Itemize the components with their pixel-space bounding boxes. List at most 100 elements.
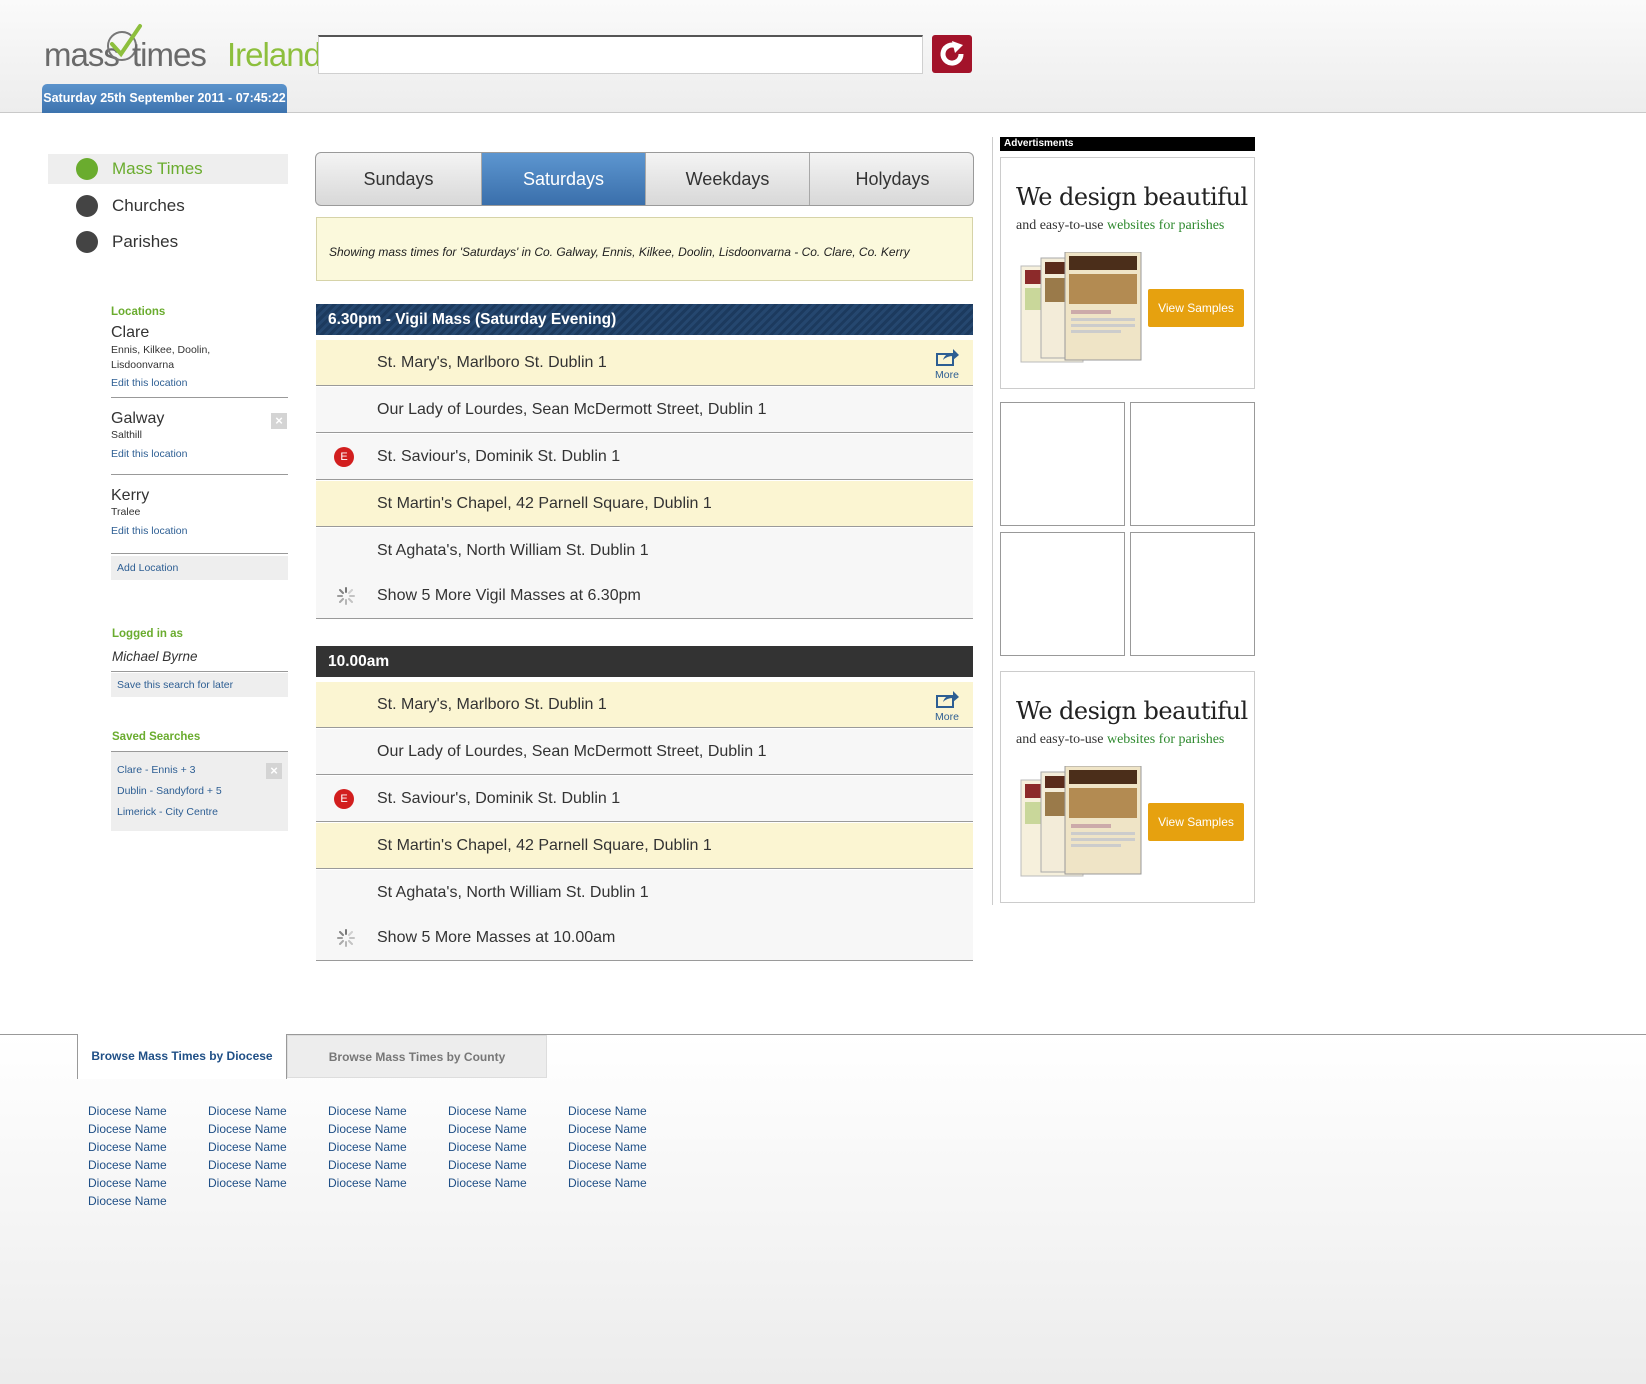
show-more-row[interactable]: Show 5 More Masses at 10.00am: [316, 915, 973, 961]
ad-subline-prefix: and easy-to-use: [1016, 732, 1107, 747]
tab-sundays[interactable]: Sundays: [316, 153, 482, 205]
diocese-link[interactable]: Diocese Name: [88, 1192, 167, 1210]
tab-holydays[interactable]: Holydays: [810, 153, 973, 205]
diocese-link[interactable]: Diocese Name: [328, 1120, 407, 1138]
nav-parishes[interactable]: Parishes: [48, 227, 288, 257]
ads-label: Advertisments: [1000, 137, 1255, 151]
church-row[interactable]: St Aghata's, North William St. Dublin 1: [316, 528, 973, 574]
church-name: St Aghata's, North William St. Dublin 1: [377, 542, 649, 559]
ad-banner[interactable]: We design beautiful and easy-to-use webs…: [1000, 671, 1255, 903]
tab-browse-by-county[interactable]: Browse Mass Times by County: [287, 1035, 547, 1078]
remove-saved-search-icon[interactable]: ×: [266, 763, 282, 779]
ad-banner[interactable]: We design beautiful and easy-to-use webs…: [1000, 157, 1255, 389]
extraordinary-badge: E: [334, 789, 354, 809]
view-samples-button[interactable]: View Samples: [1148, 803, 1244, 841]
tower-icon: [76, 158, 98, 180]
church-name: Our Lady of Lourdes, Sean McDermott Stre…: [377, 743, 767, 760]
saved-search-link[interactable]: Dublin - Sandyford + 5: [117, 785, 222, 797]
diocese-link[interactable]: Diocese Name: [208, 1102, 287, 1120]
diocese-link[interactable]: Diocese Name: [328, 1138, 407, 1156]
divider: [111, 397, 288, 398]
nav-mass-times-label: Mass Times: [112, 159, 203, 178]
church-name: Our Lady of Lourdes, Sean McDermott Stre…: [377, 401, 767, 418]
diocese-link[interactable]: Diocese Name: [208, 1138, 287, 1156]
ad-subline-highlight: websites for parishes: [1106, 732, 1225, 747]
diocese-link[interactable]: Diocese Name: [448, 1156, 527, 1174]
location-detail: Lisdoonvarna: [111, 359, 175, 371]
share-icon: [936, 691, 959, 708]
diocese-link[interactable]: Diocese Name: [88, 1120, 167, 1138]
edit-location-link[interactable]: Edit this location: [111, 377, 187, 389]
church-row[interactable]: St Martin's Chapel, 42 Parnell Square, D…: [316, 823, 973, 869]
remove-location-icon[interactable]: ×: [271, 413, 287, 429]
extraordinary-badge: E: [334, 447, 354, 467]
show-more-label: Show 5 More Vigil Masses at 6.30pm: [377, 587, 641, 604]
diocese-link[interactable]: Diocese Name: [568, 1102, 647, 1120]
saved-search-link[interactable]: Limerick - City Centre: [117, 806, 218, 818]
ad-slot[interactable]: [1000, 402, 1125, 526]
view-samples-button[interactable]: View Samples: [1148, 289, 1244, 327]
logo-text-ireland: Ireland: [227, 36, 322, 73]
church-row[interactable]: St Aghata's, North William St. Dublin 1: [316, 870, 973, 916]
diocese-link[interactable]: Diocese Name: [328, 1156, 407, 1174]
church-row[interactable]: Our Lady of Lourdes, Sean McDermott Stre…: [316, 729, 973, 775]
tab-saturdays[interactable]: Saturdays: [482, 153, 646, 205]
edit-location-link[interactable]: Edit this location: [111, 525, 187, 537]
ad-subline: and easy-to-use websites for parishes: [1016, 732, 1224, 748]
tab-browse-by-diocese[interactable]: Browse Mass Times by Diocese: [77, 1034, 287, 1079]
diocese-link[interactable]: Diocese Name: [328, 1174, 407, 1192]
church-row[interactable]: E St. Saviour's, Dominik St. Dublin 1: [316, 776, 973, 822]
ad-subline-prefix: and easy-to-use: [1016, 218, 1107, 233]
ad-slot[interactable]: [1000, 532, 1125, 656]
diocese-link[interactable]: Diocese Name: [88, 1138, 167, 1156]
church-row[interactable]: St. Mary's, Marlboro St. Dublin 1 More: [316, 682, 973, 728]
diocese-link[interactable]: Diocese Name: [448, 1120, 527, 1138]
diocese-link[interactable]: Diocese Name: [568, 1174, 647, 1192]
diocese-link[interactable]: Diocese Name: [88, 1102, 167, 1120]
diocese-link[interactable]: Diocese Name: [568, 1138, 647, 1156]
ad-slot[interactable]: [1130, 532, 1255, 656]
diocese-link[interactable]: Diocese Name: [328, 1102, 407, 1120]
church-row[interactable]: E St. Saviour's, Dominik St. Dublin 1: [316, 434, 973, 480]
saved-searches-heading: Saved Searches: [112, 731, 201, 743]
ad-headline: We design beautiful: [1016, 183, 1248, 211]
edit-location-link[interactable]: Edit this location: [111, 448, 187, 460]
add-location-button[interactable]: Add Location: [111, 556, 288, 580]
nav-churches[interactable]: Churches: [48, 191, 288, 221]
mass-time-heading: 6.30pm - Vigil Mass (Saturday Evening): [316, 304, 973, 335]
church-name: St Aghata's, North William St. Dublin 1: [377, 884, 649, 901]
nav-parishes-label: Parishes: [112, 232, 179, 251]
more-button[interactable]: More: [933, 690, 961, 723]
search-button[interactable]: [932, 35, 972, 73]
diocese-link[interactable]: Diocese Name: [208, 1120, 287, 1138]
show-more-label: Show 5 More Masses at 10.00am: [377, 929, 616, 946]
church-row[interactable]: St Martin's Chapel, 42 Parnell Square, D…: [316, 481, 973, 527]
logged-in-heading: Logged in as: [112, 628, 183, 640]
diocese-link[interactable]: Diocese Name: [88, 1156, 167, 1174]
diocese-link[interactable]: Diocese Name: [568, 1156, 647, 1174]
logo-text-times: times: [132, 36, 207, 73]
nav-mass-times[interactable]: Mass Times: [48, 154, 288, 184]
diocese-link[interactable]: Diocese Name: [88, 1174, 167, 1192]
show-more-row[interactable]: Show 5 More Vigil Masses at 6.30pm: [316, 573, 973, 619]
church-row[interactable]: St. Mary's, Marlboro St. Dublin 1 More: [316, 340, 973, 386]
divider: [111, 553, 288, 554]
more-button[interactable]: More: [933, 348, 961, 381]
diocese-link[interactable]: Diocese Name: [208, 1174, 287, 1192]
diocese-link[interactable]: Diocese Name: [448, 1102, 527, 1120]
parish-icon: [76, 231, 98, 253]
diocese-link[interactable]: Diocese Name: [448, 1174, 527, 1192]
diocese-link[interactable]: Diocese Name: [208, 1156, 287, 1174]
diocese-link[interactable]: Diocese Name: [448, 1138, 527, 1156]
refresh-icon: [940, 41, 964, 66]
ad-slot[interactable]: [1130, 402, 1255, 526]
save-search-button[interactable]: Save this search for later: [111, 673, 288, 697]
church-row[interactable]: Our Lady of Lourdes, Sean McDermott Stre…: [316, 387, 973, 433]
search-input[interactable]: [318, 35, 923, 74]
ad-headline: We design beautiful: [1016, 697, 1248, 725]
saved-search-link[interactable]: Clare - Ennis + 3: [117, 764, 196, 776]
diocese-link[interactable]: Diocese Name: [568, 1120, 647, 1138]
location-detail: Ennis, Kilkee, Doolin,: [111, 344, 211, 356]
site-logo[interactable]: mass times Ireland: [44, 24, 322, 82]
tab-weekdays[interactable]: Weekdays: [646, 153, 810, 205]
